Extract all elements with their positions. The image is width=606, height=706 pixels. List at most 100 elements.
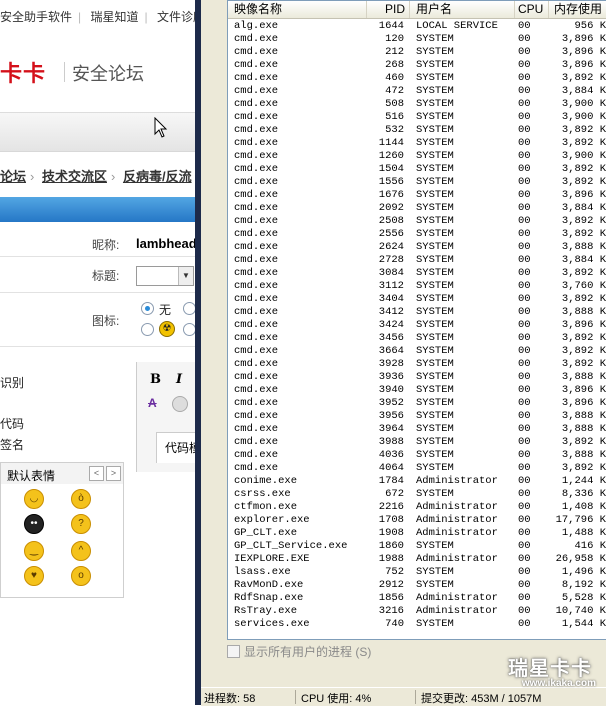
breadcrumb-antivirus[interactable]: 反病毒/反流 (123, 169, 192, 184)
nav-link-file-clinic[interactable]: 文件诊所 (157, 10, 195, 24)
icon-radio-4[interactable] (183, 323, 195, 336)
process-row[interactable]: csrss.exe 672 SYSTEM 00 8,336 K (228, 488, 606, 501)
process-row[interactable]: cmd.exe 3412 SYSTEM 00 3,888 K (228, 306, 606, 319)
process-row[interactable]: IEXPLORE.EXE 1988 Administrator 00 26,958 K (228, 553, 606, 566)
breadcrumb: 论坛 › 技术交流区 › 反病毒/反流 (0, 169, 192, 184)
process-user: Administrator (416, 514, 498, 526)
process-user: SYSTEM (416, 215, 454, 227)
process-row[interactable]: cmd.exe 268 SYSTEM 00 3,896 K (228, 59, 606, 72)
emoticon-icon[interactable]: •• (24, 514, 44, 534)
code-mode-tab[interactable]: 代码模 (156, 432, 195, 463)
process-row[interactable]: RsTray.exe 3216 Administrator 00 10,740 K (228, 605, 606, 618)
emoticon-grid: ◡ ò •• ? ‿ ^ ♥ o (0, 484, 124, 598)
process-row[interactable]: cmd.exe 3404 SYSTEM 00 3,892 K (228, 293, 606, 306)
process-row[interactable]: alg.exe 1644 LOCAL SERVICE 00 956 K (228, 20, 606, 33)
show-all-users-checkbox[interactable] (227, 645, 240, 658)
process-row[interactable]: cmd.exe 3928 SYSTEM 00 3,892 K (228, 358, 606, 371)
process-row[interactable]: cmd.exe 3956 SYSTEM 00 3,888 K (228, 410, 606, 423)
process-user: SYSTEM (416, 371, 454, 383)
process-row[interactable]: cmd.exe 1676 SYSTEM 00 3,896 K (228, 189, 606, 202)
font-color-icon[interactable]: A (148, 396, 162, 410)
show-all-users-row[interactable]: 显示所有用户的进程 (S) (227, 643, 371, 660)
column-image-name[interactable]: 映像名称 (228, 1, 367, 18)
process-row[interactable]: ctfmon.exe 2216 Administrator 00 1,408 K (228, 501, 606, 514)
process-row[interactable]: cmd.exe 3424 SYSTEM 00 3,896 K (228, 319, 606, 332)
process-row[interactable]: GP_CLT.exe 1908 Administrator 00 1,488 K (228, 527, 606, 540)
process-row[interactable]: cmd.exe 4036 SYSTEM 00 3,888 K (228, 449, 606, 462)
chevron-down-icon[interactable]: ▼ (178, 267, 193, 285)
italic-button[interactable]: I (176, 372, 182, 387)
site-logo[interactable]: 卡卡 (0, 56, 46, 88)
process-list[interactable]: 映像名称 PID 用户名 CPU 内存使用 alg.exe 1644 LOCAL S… (227, 0, 606, 640)
process-memory: 17,796 K (555, 514, 606, 526)
process-row[interactable]: cmd.exe 3456 SYSTEM 00 3,892 K (228, 332, 606, 345)
process-user: SYSTEM (416, 345, 454, 357)
process-row[interactable]: cmd.exe 2728 SYSTEM 00 3,884 K (228, 254, 606, 267)
process-row[interactable]: cmd.exe 3952 SYSTEM 00 3,896 K (228, 397, 606, 410)
emoticon-icon[interactable]: o (71, 566, 91, 586)
process-row[interactable]: cmd.exe 3936 SYSTEM 00 3,888 K (228, 371, 606, 384)
emoticon-icon[interactable]: ^ (71, 541, 91, 561)
process-row[interactable]: cmd.exe 472 SYSTEM 00 3,884 K (228, 85, 606, 98)
process-cpu: 00 (518, 98, 531, 110)
process-row[interactable]: conime.exe 1784 Administrator 00 1,244 K (228, 475, 606, 488)
process-row[interactable]: cmd.exe 1144 SYSTEM 00 3,892 K (228, 137, 606, 150)
chevron-left-icon[interactable]: < (89, 466, 104, 481)
emoticon-icon[interactable]: ◡ (24, 489, 44, 509)
process-row[interactable]: cmd.exe 3940 SYSTEM 00 3,896 K (228, 384, 606, 397)
process-row[interactable]: cmd.exe 1556 SYSTEM 00 3,892 K (228, 176, 606, 189)
bold-button[interactable]: B (150, 372, 161, 387)
process-row[interactable]: cmd.exe 1260 SYSTEM 00 3,900 K (228, 150, 606, 163)
process-row[interactable]: cmd.exe 3664 SYSTEM 00 3,892 K (228, 345, 606, 358)
process-row[interactable]: cmd.exe 508 SYSTEM 00 3,900 K (228, 98, 606, 111)
process-row[interactable]: cmd.exe 2556 SYSTEM 00 3,892 K (228, 228, 606, 241)
process-cpu: 00 (518, 501, 531, 513)
process-cpu: 00 (518, 566, 531, 578)
process-row[interactable]: GP_CLT_Service.exe 1860 SYSTEM 00 416 K (228, 540, 606, 553)
column-memory[interactable]: 内存使用 (549, 1, 606, 18)
process-cpu: 00 (518, 241, 531, 253)
process-user: SYSTEM (416, 436, 454, 448)
process-row[interactable]: cmd.exe 3112 SYSTEM 00 3,760 K (228, 280, 606, 293)
process-row[interactable]: explorer.exe 1708 Administrator 00 17,796 K (228, 514, 606, 527)
process-row[interactable]: cmd.exe 120 SYSTEM 00 3,896 K (228, 33, 606, 46)
process-row[interactable]: cmd.exe 2508 SYSTEM 00 3,892 K (228, 215, 606, 228)
process-row[interactable]: cmd.exe 212 SYSTEM 00 3,896 K (228, 46, 606, 59)
process-cpu: 00 (518, 605, 531, 617)
process-row[interactable]: cmd.exe 3084 SYSTEM 00 3,892 K (228, 267, 606, 280)
process-row[interactable]: cmd.exe 516 SYSTEM 00 3,900 K (228, 111, 606, 124)
emoticon-icon[interactable]: ♥ (24, 566, 44, 586)
column-cpu[interactable]: CPU (515, 1, 549, 18)
nav-link-security-assistant[interactable]: 安全助手软件 (0, 10, 72, 24)
emoticon-icon[interactable] (172, 396, 188, 412)
emoticon-icon[interactable]: ? (71, 514, 91, 534)
process-row[interactable]: cmd.exe 1504 SYSTEM 00 3,892 K (228, 163, 606, 176)
process-row[interactable]: lsass.exe 752 SYSTEM 00 1,496 K (228, 566, 606, 579)
column-pid[interactable]: PID (367, 1, 410, 18)
process-row[interactable]: cmd.exe 2624 SYSTEM 00 3,888 K (228, 241, 606, 254)
emoticon-icon[interactable]: ‿ (24, 541, 44, 561)
process-row[interactable]: RavMonD.exe 2912 SYSTEM 00 8,192 K (228, 579, 606, 592)
process-memory: 3,896 K (561, 189, 606, 201)
process-row[interactable]: services.exe 740 SYSTEM 00 1,544 K (228, 618, 606, 631)
icon-radio-3[interactable] (141, 323, 154, 336)
process-row[interactable]: cmd.exe 2092 SYSTEM 00 3,884 K (228, 202, 606, 215)
process-row[interactable]: cmd.exe 532 SYSTEM 00 3,892 K (228, 124, 606, 137)
process-row[interactable]: cmd.exe 460 SYSTEM 00 3,892 K (228, 72, 606, 85)
icon-none-label: 无 (159, 303, 172, 317)
process-row[interactable]: cmd.exe 3964 SYSTEM 00 3,888 K (228, 423, 606, 436)
process-row[interactable]: cmd.exe 3988 SYSTEM 00 3,892 K (228, 436, 606, 449)
icon-radio-2[interactable] (183, 302, 195, 315)
title-select[interactable]: ▼ (136, 266, 194, 286)
nav-link-rising-knows[interactable]: 瑞星知道 (90, 10, 138, 24)
emoticon-icon[interactable]: ò (71, 489, 91, 509)
column-user-name[interactable]: 用户名 (410, 1, 515, 18)
breadcrumb-tech-exchange[interactable]: 技术交流区 (42, 169, 107, 184)
breadcrumb-forum[interactable]: 论坛 (0, 169, 26, 184)
process-row[interactable]: RdfSnap.exe 1856 Administrator 00 5,528 K (228, 592, 606, 605)
process-cpu: 00 (518, 579, 531, 591)
process-user: SYSTEM (416, 228, 454, 240)
process-row[interactable]: cmd.exe 4064 SYSTEM 00 3,892 K (228, 462, 606, 475)
icon-radio-none[interactable] (141, 302, 154, 315)
chevron-right-icon[interactable]: > (106, 466, 121, 481)
